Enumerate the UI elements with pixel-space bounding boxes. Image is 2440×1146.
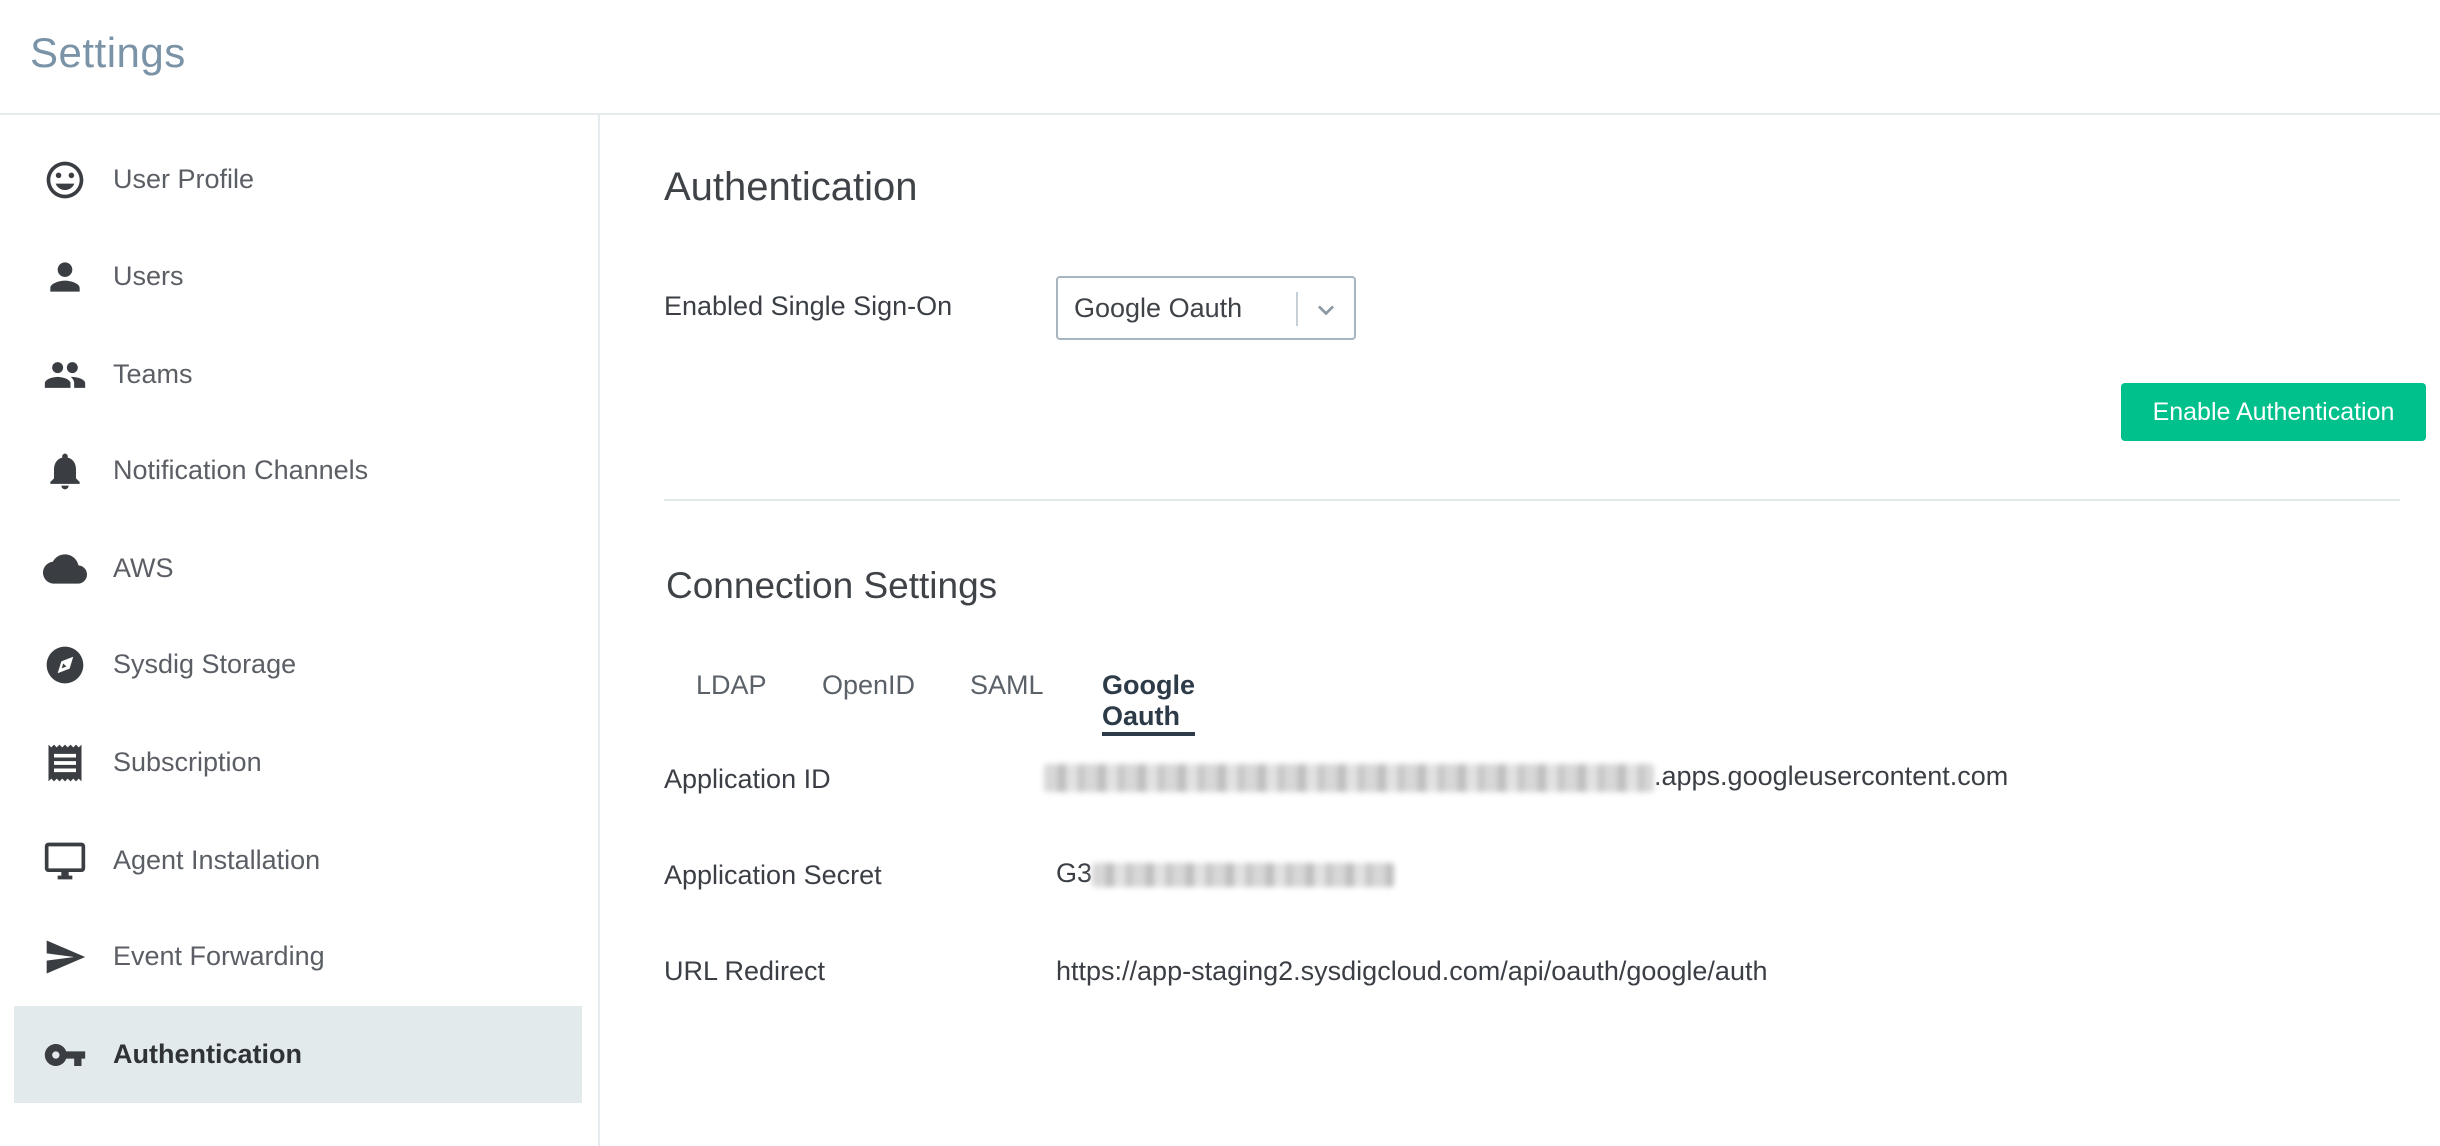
key-icon: [42, 1032, 88, 1078]
connection-settings-title: Connection Settings: [666, 565, 998, 606]
redacted-text: [1092, 862, 1395, 887]
sidebar-item-label: Users: [113, 261, 184, 291]
application-id-value: .apps.googleusercontent.com: [1044, 761, 2008, 792]
cloud-icon: [42, 546, 88, 592]
sidebar-item-label: Notification Channels: [113, 455, 369, 485]
sidebar-item-label: Teams: [113, 359, 193, 389]
tab-openid[interactable]: OpenID: [822, 670, 915, 736]
tab-saml[interactable]: SAML: [970, 670, 1044, 736]
application-id-label: Application ID: [664, 764, 831, 794]
divider: [664, 499, 2400, 501]
application-secret-prefix: G3: [1056, 858, 1093, 888]
sso-select[interactable]: Google Oauth: [1056, 276, 1356, 340]
sidebar-item-label: Subscription: [113, 747, 262, 777]
sidebar-item-label: Agent Installation: [113, 845, 321, 875]
sso-select-value: Google Oauth: [1074, 292, 1243, 323]
url-redirect-value: https://app-staging2.sysdigcloud.com/api…: [1056, 956, 1768, 986]
redacted-text: [1044, 763, 1654, 792]
sidebar-item-teams[interactable]: Teams: [14, 326, 582, 423]
sidebar: User Profile Users Teams Notification Ch…: [0, 115, 600, 1146]
url-redirect-label: URL Redirect: [664, 956, 826, 986]
people-icon: [42, 352, 88, 398]
sidebar-item-authentication[interactable]: Authentication: [14, 1006, 582, 1103]
storage-icon: [42, 642, 88, 688]
sidebar-item-event-forwarding[interactable]: Event Forwarding: [14, 908, 582, 1005]
select-divider: [1296, 292, 1298, 326]
smiley-icon: [42, 157, 88, 203]
application-secret-label: Application Secret: [664, 860, 882, 890]
monitor-icon: [42, 838, 88, 884]
section-title: Authentication: [664, 165, 918, 209]
application-secret-value: G3: [1056, 858, 1395, 889]
tab-google-oauth[interactable]: Google Oauth: [1102, 670, 1195, 736]
sso-label: Enabled Single Sign-On: [664, 291, 953, 321]
receipt-icon: [42, 740, 88, 786]
chevron-down-icon[interactable]: [1310, 294, 1342, 326]
main-content: Authentication Enabled Single Sign-On Go…: [600, 115, 2440, 1146]
send-icon: [42, 934, 88, 980]
sidebar-item-notification-channels[interactable]: Notification Channels: [14, 422, 582, 519]
page-title: Settings: [30, 29, 186, 76]
bell-icon: [42, 448, 88, 494]
person-icon: [42, 254, 88, 300]
sidebar-item-users[interactable]: Users: [14, 228, 582, 325]
top-bar: Settings: [0, 0, 2440, 115]
application-id-suffix: .apps.googleusercontent.com: [1654, 761, 2009, 791]
sidebar-item-sysdig-storage[interactable]: Sysdig Storage: [14, 616, 582, 713]
sidebar-item-label: Authentication: [113, 1039, 302, 1069]
sidebar-item-agent-installation[interactable]: Agent Installation: [14, 812, 582, 909]
sidebar-item-label: AWS: [113, 553, 174, 583]
sidebar-item-aws[interactable]: AWS: [14, 520, 582, 617]
sidebar-item-label: Event Forwarding: [113, 941, 325, 971]
sidebar-item-label: Sysdig Storage: [113, 649, 297, 679]
sidebar-item-label: User Profile: [113, 164, 255, 194]
enable-authentication-button[interactable]: Enable Authentication: [2121, 383, 2426, 441]
sidebar-item-subscription[interactable]: Subscription: [14, 714, 582, 811]
sidebar-item-user-profile[interactable]: User Profile: [14, 131, 582, 228]
tab-ldap[interactable]: LDAP: [696, 670, 767, 736]
